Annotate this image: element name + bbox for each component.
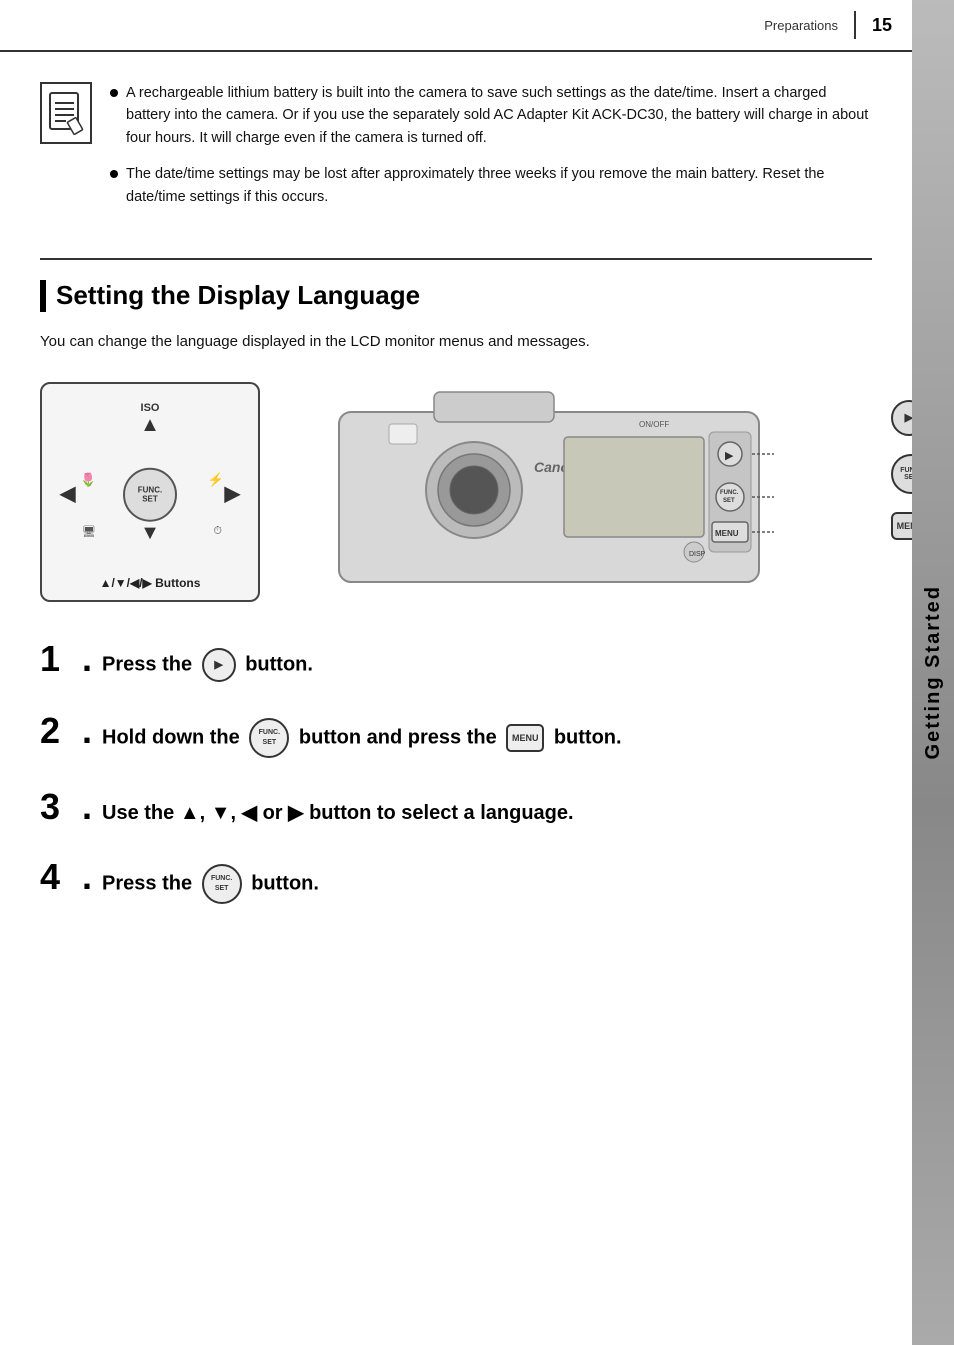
svg-text:DISP: DISP — [689, 551, 706, 558]
arrow-right-icon: ▶ — [225, 480, 240, 505]
step-2-menu-icon: MENU — [506, 724, 544, 752]
step-2-text: Hold down the FUNC. SET button and press… — [102, 718, 622, 758]
side-tab-label: Getting Started — [922, 585, 945, 759]
button-panel: ISO ▲ ▼ ◀ ▶ 🌷 ⚡ 🖥 ⏱ FUNC. SET ▲/▼/◀/▶ Bu… — [40, 382, 260, 602]
svg-text:▶: ▶ — [725, 450, 734, 462]
step-1-text: Press the ▶ button. — [102, 648, 313, 682]
bullet-dot-1 — [110, 89, 118, 97]
bullet-dot-2 — [110, 170, 118, 178]
func-set-center-button[interactable]: FUNC. SET — [123, 467, 177, 521]
svg-text:SET: SET — [723, 498, 735, 504]
svg-text:ON/OFF: ON/OFF — [639, 420, 669, 429]
camera-diagram: ISO ▲ ▼ ◀ ▶ 🌷 ⚡ 🖥 ⏱ FUNC. SET ▲/▼/◀/▶ Bu… — [40, 382, 872, 602]
timer-icon: ⏱ — [213, 525, 222, 538]
step-4-text: Press the FUNC. SET button. — [102, 864, 319, 904]
iso-label: ISO — [141, 402, 160, 414]
step-4-number: 4 — [40, 859, 72, 895]
camera-body-svg: Canon ON/OFF ▶ FUNC. SET MENU DISP — [276, 382, 872, 602]
main-content: A rechargeable lithium battery is built … — [0, 52, 912, 1345]
step-1-play-icon: ▶ — [202, 648, 236, 682]
step-3-arrows: ▲, ▼, ◀ or ▶ — [180, 802, 304, 824]
section-divider — [40, 258, 872, 260]
step-2-func-icon: FUNC. SET — [249, 718, 289, 758]
page-number: 15 — [872, 15, 892, 36]
step-4: 4 . Press the FUNC. SET button. — [40, 856, 872, 904]
arrow-down-icon: ▼ — [140, 522, 160, 545]
step-2-number: 2 — [40, 713, 72, 749]
camera-body-area: Canon ON/OFF ▶ FUNC. SET MENU DISP — [276, 382, 872, 602]
flash-icon: ⚡ — [208, 472, 224, 488]
macro-icon: 🌷 — [80, 472, 96, 488]
section-label: Preparations — [764, 18, 838, 33]
svg-text:MENU: MENU — [715, 529, 739, 538]
arrow-up-icon: ▲ — [140, 414, 160, 437]
note-icon — [40, 82, 92, 144]
arrow-left-icon: ◀ — [60, 480, 75, 505]
section-heading: Setting the Display Language — [40, 280, 872, 311]
step-4-func-icon: FUNC. SET — [202, 864, 242, 904]
step-3-number: 3 — [40, 789, 72, 825]
buttons-label: ▲/▼/◀/▶ Buttons — [100, 576, 201, 590]
svg-text:FUNC.: FUNC. — [720, 490, 739, 496]
side-tab: Getting Started — [912, 0, 954, 1345]
section-intro: You can change the language displayed in… — [40, 330, 872, 354]
display-icon: 🖥 — [82, 525, 96, 538]
note-bullet-2: The date/time settings may be lost after… — [110, 163, 872, 208]
note-section: A rechargeable lithium battery is built … — [40, 82, 872, 222]
document-icon — [48, 91, 84, 135]
step-2: 2 . Hold down the FUNC. SET button and p… — [40, 710, 872, 758]
note-bullet-1: A rechargeable lithium battery is built … — [110, 82, 872, 149]
step-1: 1 . Press the ▶ button. — [40, 638, 872, 683]
note-text-area: A rechargeable lithium battery is built … — [110, 82, 872, 222]
step-3: 3 . Use the ▲, ▼, ◀ or ▶ button to selec… — [40, 786, 872, 828]
step-3-text: Use the ▲, ▼, ◀ or ▶ button to select a … — [102, 799, 574, 827]
page-header: Preparations 15 — [0, 0, 912, 52]
step-1-number: 1 — [40, 641, 72, 677]
header-divider — [854, 11, 856, 39]
